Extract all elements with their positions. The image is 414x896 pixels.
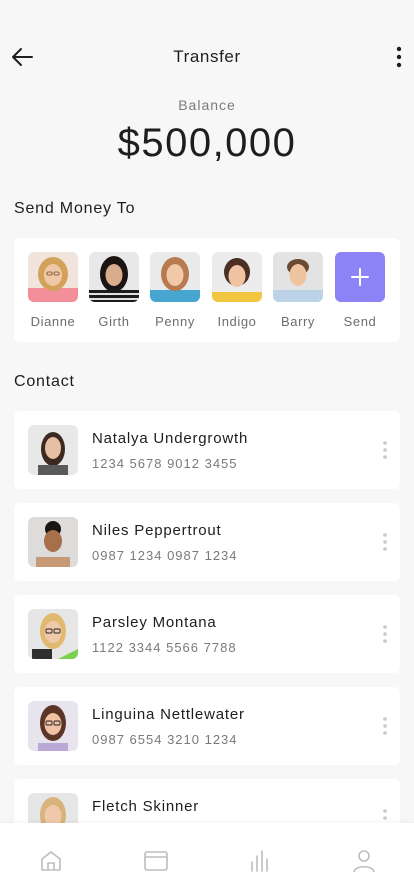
more-vertical-icon[interactable] [380,531,390,553]
recipient-dianne[interactable]: Dianne [23,252,83,329]
contact-number: 1234 5678 9012 3455 [92,456,238,471]
contact-number: 0987 1234 0987 1234 [92,548,238,563]
user-icon[interactable] [350,847,378,875]
avatar [212,252,262,302]
more-vertical-icon[interactable] [380,623,390,645]
avatar [273,252,323,302]
balance-value: $500,000 [117,121,297,165]
page-title: Transfer [173,47,241,66]
more-vertical-icon[interactable] [380,439,390,461]
contact-number: 0987 6554 3210 1234 [92,732,238,747]
avatar [28,609,78,659]
chart-icon[interactable] [246,847,274,875]
contact-title: Contact [14,373,75,390]
avatar [28,517,78,567]
avatar [28,252,78,302]
recipient-name: Penny [155,314,195,329]
home-icon[interactable] [37,847,65,875]
contact-name: Parsley Montana [92,614,217,631]
send-label: Send [343,314,377,329]
contact-name: Natalya Undergrowth [92,430,249,447]
avatar [28,701,78,751]
contact-item[interactable]: Linguina Nettlewater 0987 6554 3210 1234 [14,687,400,765]
contact-name: Niles Peppertrout [92,522,222,539]
contact-item[interactable]: Natalya Undergrowth 1234 5678 9012 3455 [14,411,400,489]
avatar [89,252,139,302]
contact-name: Fletch Skinner [92,798,200,815]
recipient-name: Girth [98,314,130,329]
contact-item[interactable]: Parsley Montana 1122 3344 5566 7788 [14,595,400,673]
bottom-tab-bar [0,823,414,896]
recipient-name: Dianne [30,314,76,329]
send-button[interactable]: Send [330,252,390,329]
contact-number: 1122 3344 5566 7788 [92,640,237,655]
recipient-name: Barry [280,314,316,329]
recipient-indigo[interactable]: Indigo [207,252,267,329]
plus-icon[interactable] [335,252,385,302]
contact-name: Linguina Nettlewater [92,706,245,723]
recipient-barry[interactable]: Barry [268,252,328,329]
avatar [28,425,78,475]
header: Transfer Balance $500,000 [0,0,414,165]
more-vertical-icon[interactable] [392,44,406,70]
recipient-penny[interactable]: Penny [145,252,205,329]
send-money-card: Dianne Girth Penny Indigo Barry Send [14,238,400,342]
balance-label: Balance [178,97,236,113]
contact-item[interactable]: Niles Peppertrout 0987 1234 0987 1234 [14,503,400,581]
card-icon[interactable] [142,847,170,875]
avatar [150,252,200,302]
send-money-title: Send Money To [14,200,136,217]
recipient-girth[interactable]: Girth [84,252,144,329]
more-vertical-icon[interactable] [380,715,390,737]
recipient-name: Indigo [217,314,257,329]
